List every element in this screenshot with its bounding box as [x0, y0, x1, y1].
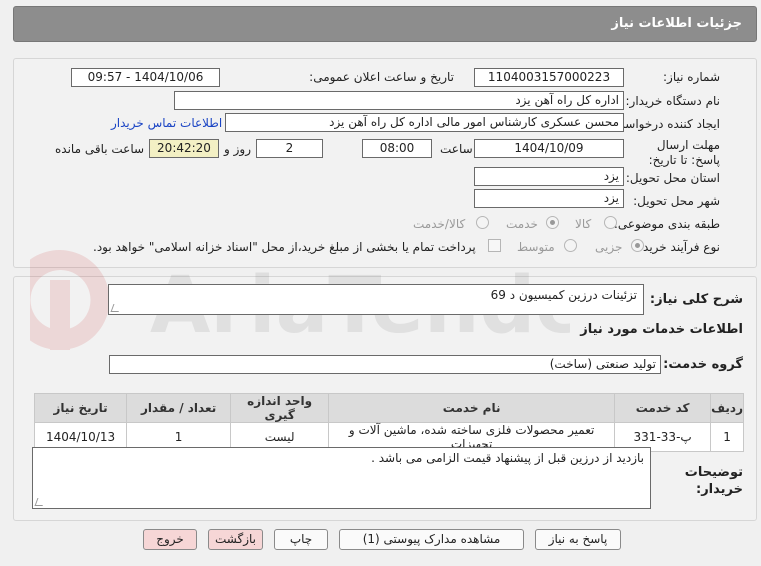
col-unit-header: واحد اندازه گیری	[230, 393, 330, 423]
back-button[interactable]: بازگشت	[208, 529, 263, 550]
creator-label: ایجاد کننده درخواست:	[609, 117, 720, 131]
category-option-both: کالا/خدمت	[413, 217, 466, 231]
notes-field[interactable]: بازدید از درزین قبل از پیشنهاد قیمت الزا…	[32, 447, 651, 509]
col-name-header: نام خدمت	[328, 393, 616, 423]
time-label: ساعت	[440, 142, 473, 156]
city-field: یزد	[474, 189, 624, 208]
need-number-label: شماره نیاز:	[663, 70, 720, 84]
notes-label: توضیحات خریدار:	[684, 465, 743, 497]
treasury-text: پرداخت تمام یا بخشی از مبلغ خرید،از محل …	[93, 240, 476, 254]
province-field: یزد	[474, 167, 624, 186]
category-radio-goods[interactable]	[604, 216, 617, 229]
process-option-medium: متوسط	[517, 240, 555, 254]
title-bar: جزئیات اطلاعات نیاز	[13, 6, 757, 42]
exit-button[interactable]: خروج	[143, 529, 197, 550]
remaining-time-field: 20:42:20	[149, 139, 219, 158]
col-date-header: تاریخ نیاز	[33, 393, 128, 423]
service-group-label: گروه خدمت:	[663, 357, 743, 372]
notes-text: بازدید از درزین قبل از پیشنهاد قیمت الزا…	[371, 451, 644, 465]
category-radio-both[interactable]	[476, 216, 489, 229]
description-text: تزئینات درزین کمیسیون د 69	[490, 288, 637, 302]
need-number-field: 1104003157000223	[474, 68, 624, 87]
col-qty-header: تعداد / مقدار	[126, 393, 232, 423]
category-radio-service[interactable]	[546, 216, 559, 229]
deadline-label: مهلت ارسال پاسخ: تا تاریخ:	[648, 138, 720, 167]
deadline-date-field: 1404/10/09	[474, 139, 624, 158]
category-option-goods: کالا	[575, 217, 592, 231]
page-title: جزئیات اطلاعات نیاز	[611, 16, 742, 31]
process-label: نوع فرآیند خرید :	[635, 240, 720, 254]
col-row-header: ردیف	[710, 393, 744, 423]
treasury-checkbox[interactable]	[488, 239, 501, 252]
resize-handle-icon[interactable]	[34, 498, 46, 506]
process-option-minor: جزیی	[595, 240, 623, 254]
print-button[interactable]: چاپ	[274, 529, 328, 550]
province-label: استان محل تحویل:	[625, 171, 720, 185]
category-label: طبقه بندی موضوعی:	[613, 217, 720, 231]
buyer-label: نام دستگاه خریدار:	[625, 94, 721, 108]
remaining-label: ساعت باقی مانده	[55, 142, 145, 156]
creator-field: محسن عسکری کارشناس امور مالی اداره کل را…	[225, 113, 624, 132]
deadline-time-field: 08:00	[362, 139, 432, 158]
reply-button[interactable]: پاسخ به نیاز	[535, 529, 621, 550]
services-section-title: اطلاعات خدمات مورد نیاز	[580, 322, 743, 337]
announce-label: تاریخ و ساعت اعلان عمومی:	[309, 70, 454, 84]
col-code-header: کد خدمت	[614, 393, 712, 423]
announce-field: 1404/10/06 - 09:57	[71, 68, 220, 87]
services-table: ردیف کد خدمت نام خدمت واحد اندازه گیری ت…	[33, 393, 744, 452]
process-radio-medium[interactable]	[564, 239, 577, 252]
attachments-button[interactable]: مشاهده مدارک پیوستی (1)	[339, 529, 524, 550]
process-radio-minor[interactable]	[631, 239, 644, 252]
days-field: 2	[256, 139, 323, 158]
description-label: شرح کلی نیاز:	[649, 292, 743, 307]
contact-buyer-link[interactable]: اطلاعات تماس خریدار	[111, 116, 222, 130]
description-field[interactable]: تزئینات درزین کمیسیون د 69	[108, 284, 644, 315]
category-option-service: خدمت	[506, 217, 538, 231]
buyer-field: اداره کل راه آهن یزد	[174, 91, 624, 110]
resize-handle-icon[interactable]	[110, 304, 122, 312]
table-header-row: ردیف کد خدمت نام خدمت واحد اندازه گیری ت…	[33, 393, 744, 423]
cell-row: 1	[710, 422, 744, 452]
service-group-field: تولید صنعتی (ساخت)	[109, 355, 661, 374]
days-label: روز و	[224, 142, 251, 156]
city-label: شهر محل تحویل:	[633, 194, 720, 208]
